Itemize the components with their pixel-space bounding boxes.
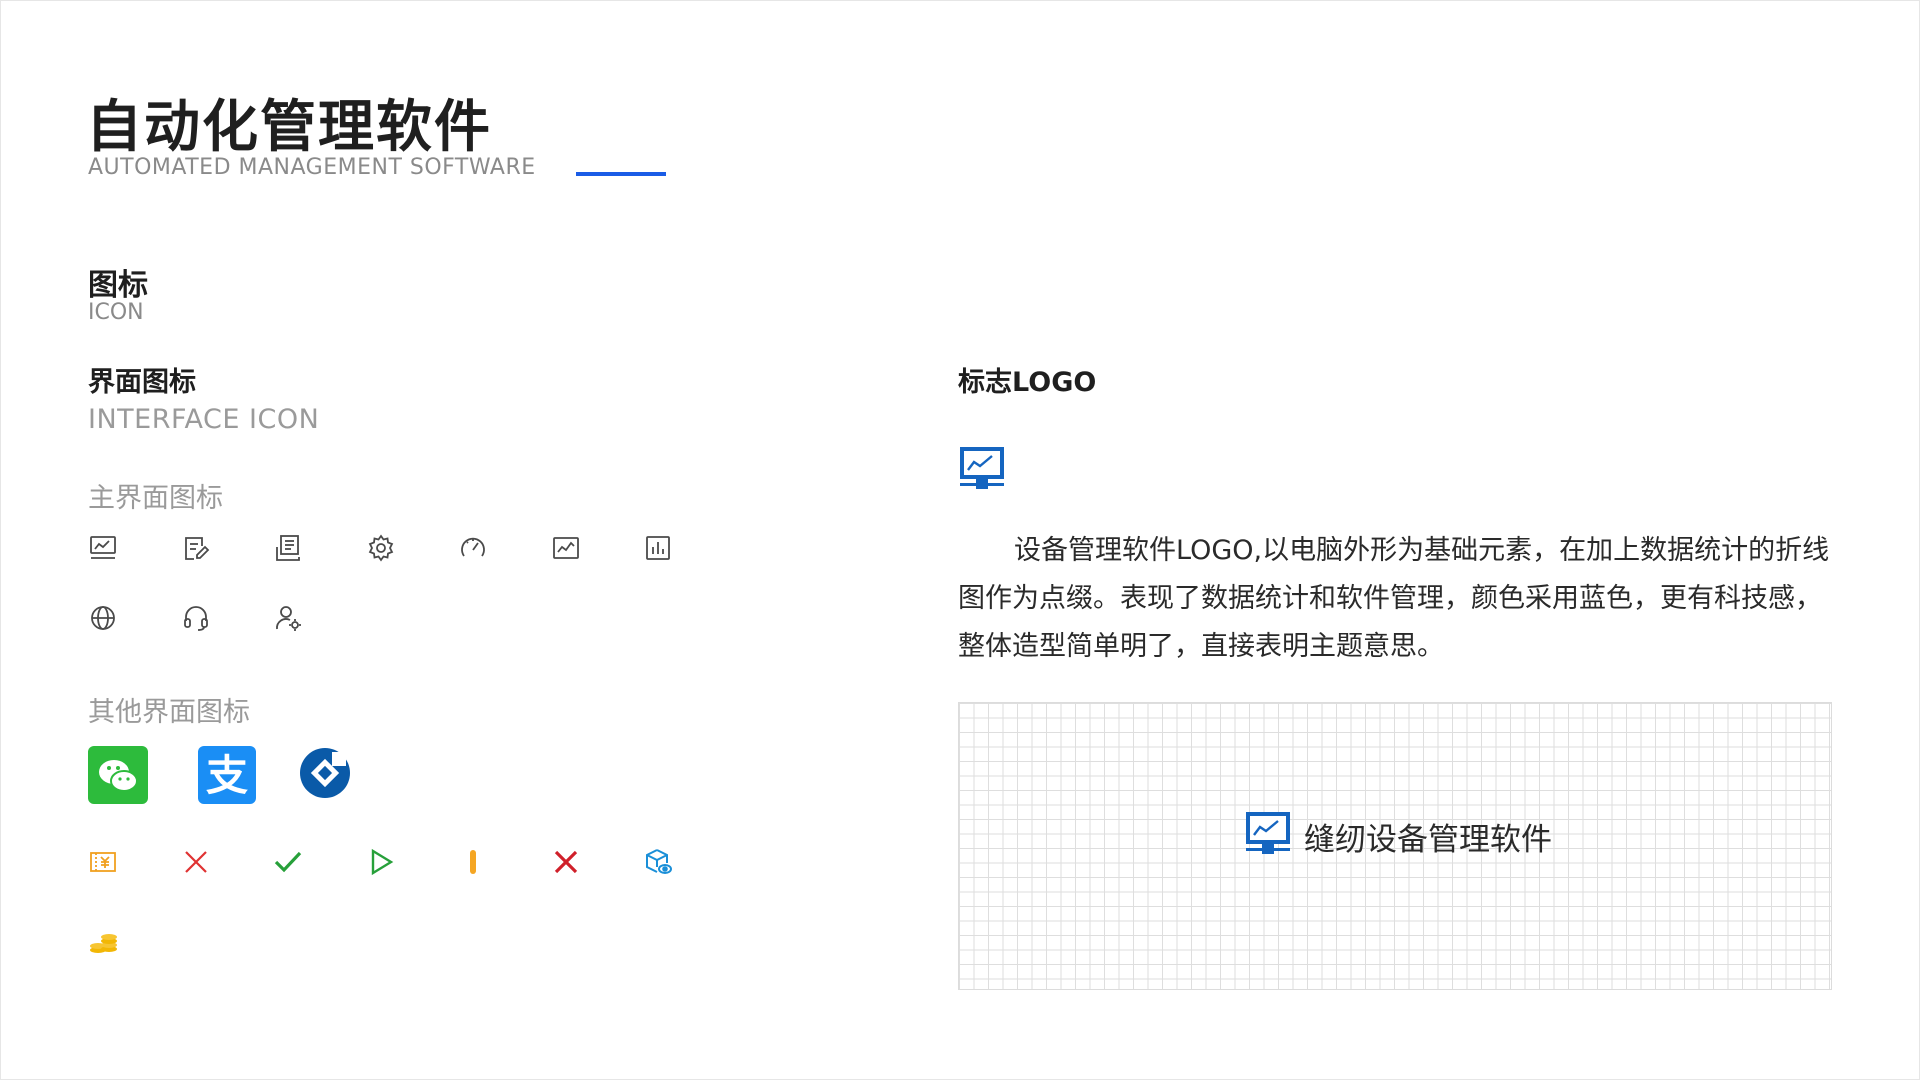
gauge-icon xyxy=(458,533,488,563)
cube-eye-icon xyxy=(643,847,673,877)
check-green-icon xyxy=(273,847,303,877)
accent-underline xyxy=(576,172,666,176)
yuan-ticket-icon xyxy=(88,847,118,877)
icon-section-title: 图标 xyxy=(88,268,148,303)
wechat-icon xyxy=(88,746,148,804)
main-icons-label: 主界面图标 xyxy=(88,483,223,514)
interface-icon-title: 界面图标 xyxy=(88,367,196,398)
ccb-bank-icon xyxy=(298,746,352,800)
play-green-icon xyxy=(366,847,396,877)
bar-chart-icon xyxy=(643,533,673,563)
coin-stack-icon xyxy=(88,927,118,957)
other-icons-label: 其他界面图标 xyxy=(88,697,250,728)
alipay-glyph: 支 xyxy=(206,751,248,800)
user-settings-icon xyxy=(273,603,303,633)
icon-section-subtitle: ICON xyxy=(88,300,144,325)
interface-icon-subtitle: INTERFACE ICON xyxy=(88,404,320,435)
grid-logo-text: 缝纫设备管理软件 xyxy=(1304,822,1552,858)
report-list-icon xyxy=(273,533,303,563)
logo-section-title: 标志LOGO xyxy=(958,367,1097,398)
edit-document-icon xyxy=(181,533,211,563)
globe-icon xyxy=(88,603,118,633)
alipay-icon: 支 xyxy=(198,746,256,804)
cross-red-icon xyxy=(551,847,581,877)
logo-mark-icon xyxy=(958,445,1006,493)
grid-logo-icon xyxy=(1244,810,1292,858)
close-red-icon xyxy=(181,847,211,877)
page-subtitle: AUTOMATED MANAGEMENT SOFTWARE xyxy=(88,155,536,180)
gear-icon xyxy=(366,533,396,563)
page-title: 自动化管理软件 xyxy=(86,95,492,160)
headset-icon xyxy=(181,603,211,633)
warning-bar-icon xyxy=(458,847,488,877)
logo-description: 设备管理软件LOGO,以电脑外形为基础元素，在加上数据统计的折线图作为点缀。表现… xyxy=(958,535,1830,662)
monitor-chart-icon xyxy=(88,533,118,563)
line-chart-icon xyxy=(551,533,581,563)
